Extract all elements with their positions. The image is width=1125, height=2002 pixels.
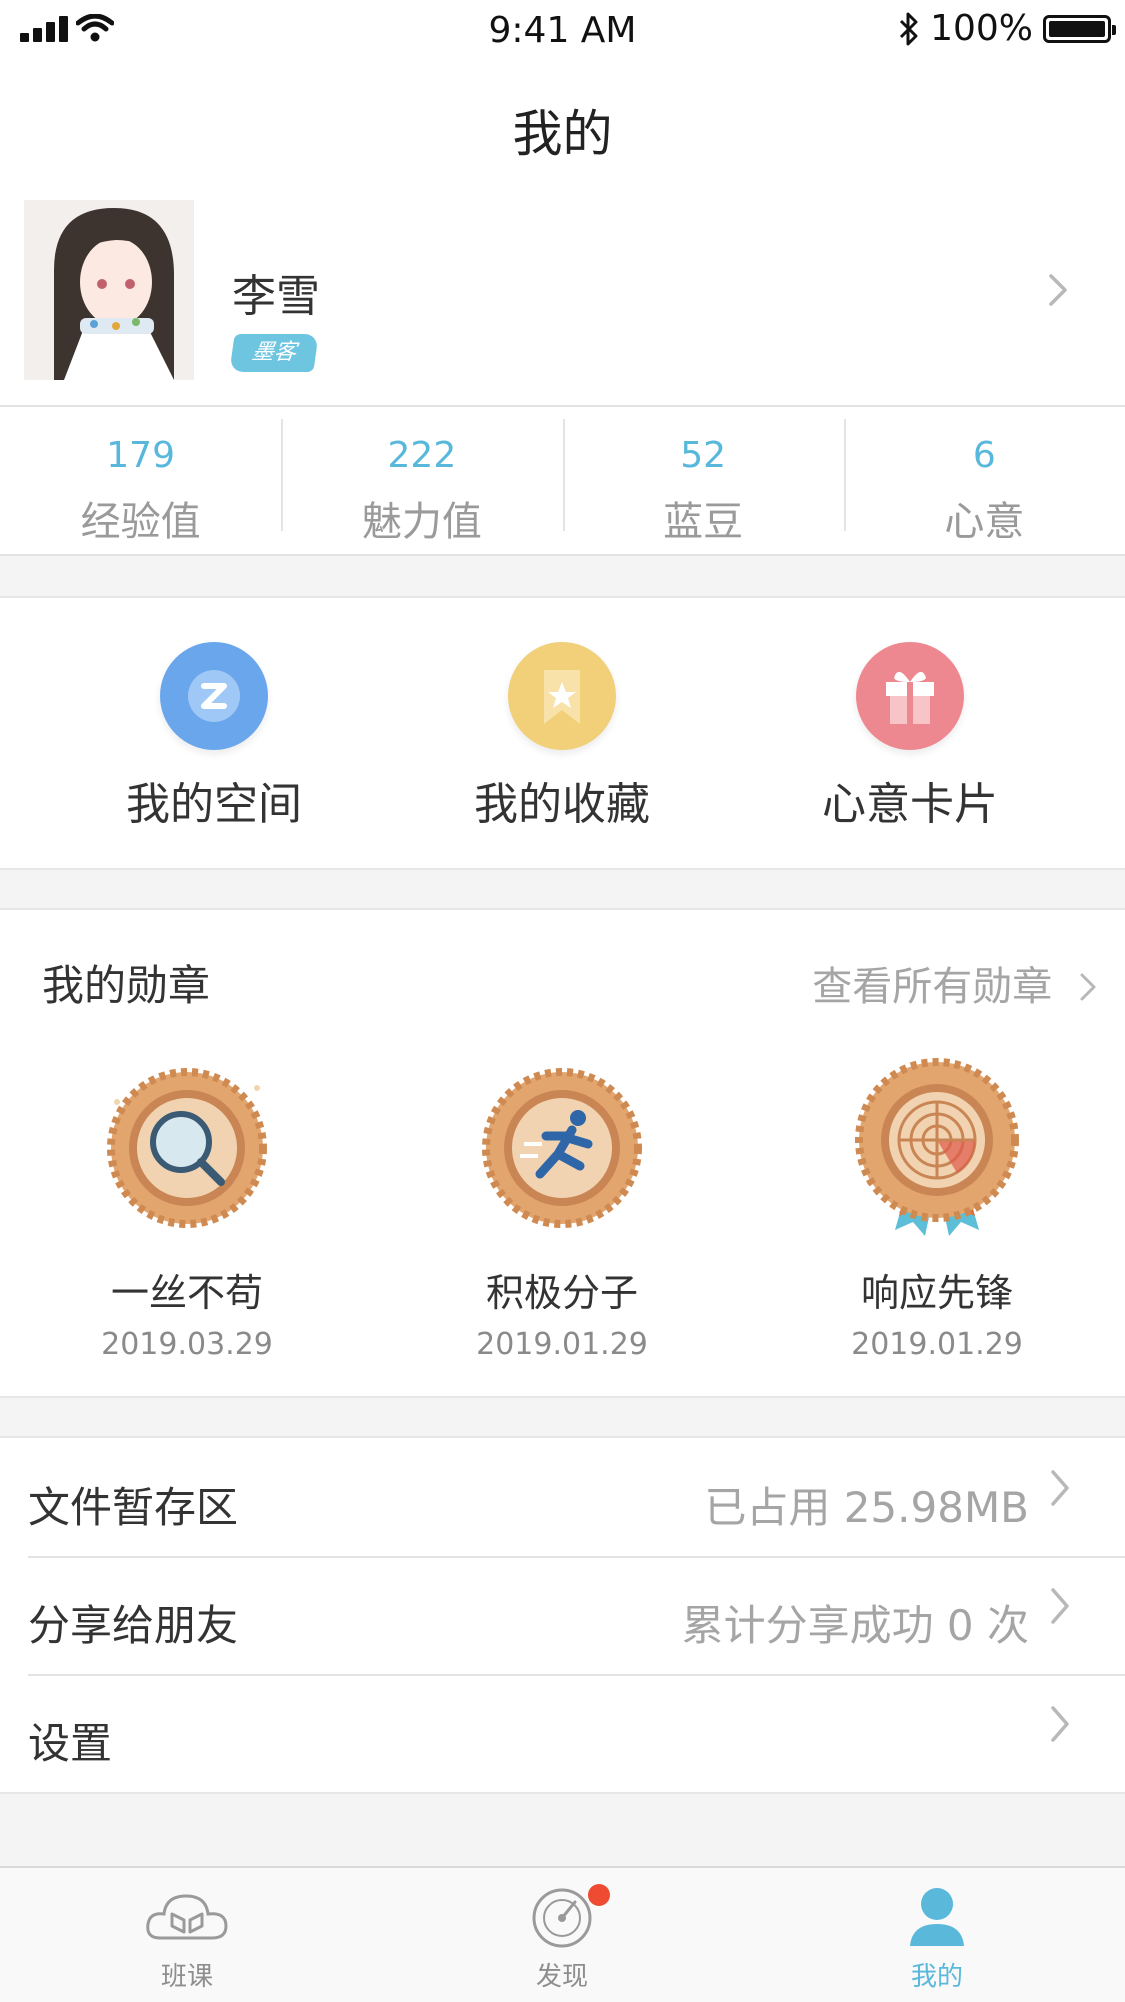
stat-charm[interactable]: 222 魅力值	[281, 407, 562, 554]
tab-class[interactable]: 班课	[107, 1884, 267, 1993]
tab-discover[interactable]: 发现	[482, 1884, 642, 1993]
menu-item-label: 分享给朋友	[28, 1601, 239, 1650]
chevron-right-icon	[1049, 274, 1067, 306]
section-title: 我的勋章	[42, 961, 211, 1010]
menu-item-label: 设置	[28, 1719, 113, 1768]
status-bar: 9:41 AM 100%	[0, 0, 1125, 62]
medal-item[interactable]: 响应先锋 2019.01.29	[797, 1058, 1077, 1362]
user-name: 李雪	[232, 271, 320, 322]
quick-link-label: 我的收藏	[474, 779, 650, 830]
quick-link-my-space[interactable]: 我的空间	[94, 642, 334, 832]
notification-dot	[588, 1884, 610, 1906]
magnifier-medal-icon	[107, 1068, 267, 1228]
medal-date: 2019.01.29	[851, 1327, 1023, 1362]
view-all-medals-link[interactable]: 查看所有勋章	[812, 954, 1097, 1012]
quick-link-label: 心意卡片	[822, 779, 998, 830]
class-icon	[146, 1894, 228, 1940]
avatar[interactable]	[24, 200, 194, 380]
chevron-right-icon	[1051, 1470, 1069, 1506]
menu-item-file-storage[interactable]: 文件暂存区 已占用 25.98MB	[0, 1438, 1125, 1556]
stat-value: 222	[387, 435, 457, 476]
medal-item[interactable]: 积极分子 2019.01.29	[422, 1058, 702, 1362]
stat-experience[interactable]: 179 经验值	[0, 407, 281, 554]
menu-item-label: 文件暂存区	[28, 1483, 239, 1532]
tab-mine[interactable]: 我的	[857, 1884, 1017, 1993]
tab-label: 我的	[910, 1962, 963, 1992]
stat-blue-beans[interactable]: 52 蓝豆	[562, 407, 844, 554]
battery-icon	[1043, 14, 1116, 43]
tab-bar: 班课 发现 我的	[0, 1866, 1125, 2002]
stat-value: 6	[972, 435, 996, 476]
medal-date: 2019.01.29	[476, 1327, 648, 1362]
stat-value: 179	[106, 435, 175, 476]
medals-section: 我的勋章 查看所有勋章 一丝不苟 2019.03.29 积极分子 2019.01…	[0, 908, 1125, 1398]
user-level-badge: 墨客	[229, 334, 319, 372]
menu-item-value: 累计分享成功 0 次	[681, 1601, 1029, 1650]
tab-label: 发现	[535, 1962, 588, 1992]
stat-label: 经验值	[80, 499, 201, 545]
quick-link-wish-cards[interactable]: 心意卡片	[790, 642, 1030, 832]
chevron-right-icon	[1051, 1706, 1069, 1742]
quick-link-my-favorites[interactable]: 我的收藏	[442, 642, 682, 832]
view-all-label: 查看所有勋章	[812, 964, 1053, 1010]
medal-name: 响应先锋	[860, 1271, 1013, 1315]
tab-label: 班课	[160, 1962, 213, 1992]
status-right: 100%	[898, 8, 1116, 49]
quick-links: 我的空间 我的收藏 心意卡片	[0, 596, 1125, 870]
navigation-bar: 我的	[0, 62, 1125, 194]
bookmark-icon	[508, 642, 616, 750]
profile-header[interactable]: 李雪 墨客	[0, 192, 1125, 407]
stat-label: 魅力值	[361, 499, 482, 545]
radar-medal-icon	[855, 1058, 1019, 1236]
medal-date: 2019.03.29	[101, 1327, 273, 1362]
medal-name: 积极分子	[485, 1271, 638, 1315]
chevron-right-icon	[1051, 1588, 1069, 1624]
menu-item-value: 已占用 25.98MB	[704, 1483, 1029, 1532]
settings-menu: 文件暂存区 已占用 25.98MB 分享给朋友 累计分享成功 0 次 设置	[0, 1436, 1125, 1794]
menu-item-share[interactable]: 分享给朋友 累计分享成功 0 次	[0, 1556, 1125, 1674]
runner-medal-icon	[482, 1068, 642, 1228]
page-title: 我的	[512, 105, 613, 163]
chevron-right-icon	[1080, 973, 1096, 1001]
gift-icon	[856, 642, 964, 750]
stat-wishes[interactable]: 6 心意	[843, 407, 1125, 554]
medal-item[interactable]: 一丝不苟 2019.03.29	[47, 1058, 327, 1362]
stat-label: 蓝豆	[663, 499, 744, 545]
quick-link-label: 我的空间	[126, 779, 302, 830]
stat-label: 心意	[944, 499, 1025, 545]
menu-item-settings[interactable]: 设置	[0, 1674, 1125, 1792]
medal-name: 一丝不苟	[110, 1271, 263, 1315]
space-icon	[160, 642, 268, 750]
battery-percent: 100%	[930, 8, 1033, 49]
stat-value: 52	[680, 435, 727, 476]
bluetooth-icon	[900, 12, 918, 45]
profile-icon	[910, 1888, 964, 1946]
stats-row: 179 经验值 222 魅力值 52 蓝豆 6 心意	[0, 407, 1125, 556]
